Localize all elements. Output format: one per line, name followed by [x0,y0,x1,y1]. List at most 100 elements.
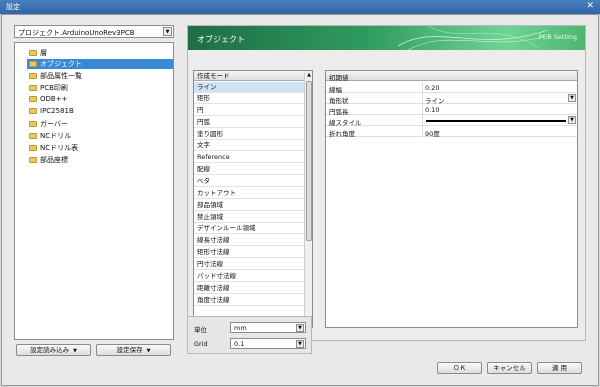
banner-swirl-graphic [398,26,548,50]
tree-item-label: 層 [40,49,47,57]
mode-item[interactable]: 文字 [194,140,304,151]
tree-item-pcb-print[interactable]: PCB印刷 [27,83,173,93]
mode-item[interactable]: 円 [194,105,304,116]
mode-list-scrollbar[interactable]: ▲ ▼ [304,71,312,327]
tree-item-object[interactable]: オブジェクト [27,59,173,69]
tree-item-label: NCドリル [40,132,72,140]
load-settings-label: 設定読み込み [30,346,70,354]
divider [422,82,423,93]
folder-icon [29,96,37,102]
props-header-label: 初期値 [329,74,349,82]
prop-value[interactable]: 0.10 [425,106,439,114]
folder-icon [29,145,37,151]
settings-tree: 層 オブジェクト 部品属性一覧 PCB印刷 ODB++ IPC2581B ガーバ… [14,42,174,340]
mode-item[interactable]: カットアウト [194,188,304,199]
folder-icon [29,73,37,79]
panel-subtitle: PCB Setting [538,33,577,41]
mode-item[interactable]: 矩形 [194,93,304,104]
chevron-down-icon: ▼ [146,348,151,354]
folder-icon [29,50,37,56]
tree-item-label: 部品座標 [40,156,68,164]
folder-icon [29,157,37,163]
panel-banner: オブジェクト PCB Setting [188,26,585,50]
folder-icon [29,85,37,91]
save-settings-button[interactable]: 設定保存 ▼ [96,344,171,356]
prop-row-line-style[interactable]: 線スタイル ▼ [326,115,577,127]
prop-value[interactable]: 0.20 [425,84,439,92]
chevron-down-icon[interactable]: ▼ [296,324,304,332]
mode-item[interactable]: ベタ [194,176,304,187]
prop-value[interactable]: 90度 [425,128,440,138]
folder-icon [29,133,37,139]
prop-row-corner-shape[interactable]: 角形状 ライン ▼ [326,93,577,105]
unit-grid-box: 単位 mm ▼ Grid 0.1 ▼ [187,316,312,354]
window-title: 設定 [6,3,20,11]
project-select-value: プロジェクト.ArduinoUnoRev3PCB [18,29,135,37]
prop-row-bend-angle[interactable]: 折れ角度 90度 [326,126,577,138]
mode-item[interactable]: 線長寸法線 [194,235,304,246]
project-select[interactable]: プロジェクト.ArduinoUnoRev3PCB ▼ [14,25,174,38]
title-bar: 設定 ✕ [0,0,600,14]
mode-list-header: 作成モード [194,71,304,81]
folder-icon [29,61,37,67]
tree-item-label: PCB印刷 [40,84,68,92]
props-header: 初期値 [326,71,577,82]
ok-button[interactable]: ＯＫ [437,362,482,374]
grid-label: Grid [194,340,208,348]
chevron-down-icon[interactable]: ▼ [568,94,576,102]
scrollbar-thumb[interactable] [306,81,312,241]
apply-button[interactable]: 適 用 [537,362,582,374]
folder-icon [29,121,37,127]
mode-item[interactable]: ライン [194,82,304,93]
mode-item[interactable]: パッド寸法線 [194,271,304,282]
prop-row-line-width[interactable]: 線幅 0.20 [326,82,577,94]
folder-icon [29,108,37,114]
mode-item[interactable]: 角度寸法線 [194,295,304,306]
tree-item-ipc2581b[interactable]: IPC2581B [27,107,173,117]
divider [422,104,423,115]
unit-value: mm [234,324,247,332]
tree-item-layer[interactable]: 層 [27,48,173,58]
divider [422,126,423,137]
mode-item[interactable]: 配線 [194,164,304,175]
panel-title: オブジェクト [197,35,245,44]
tree-item-gerber[interactable]: ガーバー [27,119,173,129]
prop-row-arc-length[interactable]: 円弧長 0.10 [326,104,577,116]
mode-item[interactable]: 円寸法線 [194,259,304,270]
save-settings-label: 設定保存 [116,346,143,354]
grid-value: 0.1 [234,340,245,348]
tree-item-label: ODB++ [40,95,68,103]
tree-item-nc-drill[interactable]: NCドリル [27,131,173,141]
mode-item[interactable]: 矩形寸法線 [194,247,304,258]
scroll-up-icon[interactable]: ▲ [305,71,313,80]
chevron-down-icon[interactable]: ▼ [568,116,576,124]
load-settings-button[interactable]: 設定読み込み ▼ [16,344,91,356]
close-icon[interactable]: ✕ [586,1,594,11]
mode-item[interactable]: 部品領域 [194,200,304,211]
creation-mode-list: 作成モード ライン 矩形 円 円弧 塗り図形 文字 Reference 配線 ベ… [193,70,313,328]
divider [422,115,423,126]
mode-item[interactable]: Reference [194,152,304,163]
chevron-down-icon[interactable]: ▼ [296,340,304,348]
mode-item[interactable]: 禁止領域 [194,212,304,223]
tree-item-nc-drill-table[interactable]: NCドリル表 [27,143,173,153]
chevron-down-icon[interactable]: ▼ [163,27,172,36]
cancel-button[interactable]: キャンセル [487,362,532,374]
chevron-down-icon: ▼ [73,348,77,354]
mode-item[interactable]: デザインルール領域 [194,223,304,234]
grid-select[interactable]: 0.1 ▼ [230,338,306,349]
tree-item-part-attributes[interactable]: 部品属性一覧 [27,71,173,81]
tree-item-label: IPC2581B [40,107,74,115]
mode-item[interactable]: 円弧 [194,117,304,128]
prop-key: 折れ角度 [329,130,355,138]
mode-item[interactable]: 塗り図形 [194,129,304,140]
unit-label: 単位 [194,326,207,334]
tree-item-part-coordinates[interactable]: 部品座標 [27,155,173,165]
settings-panel: オブジェクト PCB Setting 作成モード ライン 矩形 円 円弧 塗り図… [187,25,586,341]
tree-item-label: NCドリル表 [40,144,79,152]
divider [422,93,423,104]
unit-select[interactable]: mm ▼ [230,322,306,333]
tree-item-odb[interactable]: ODB++ [27,95,173,105]
mode-item[interactable]: 距離寸法線 [194,283,304,294]
tree-item-label: オブジェクト [40,60,82,68]
